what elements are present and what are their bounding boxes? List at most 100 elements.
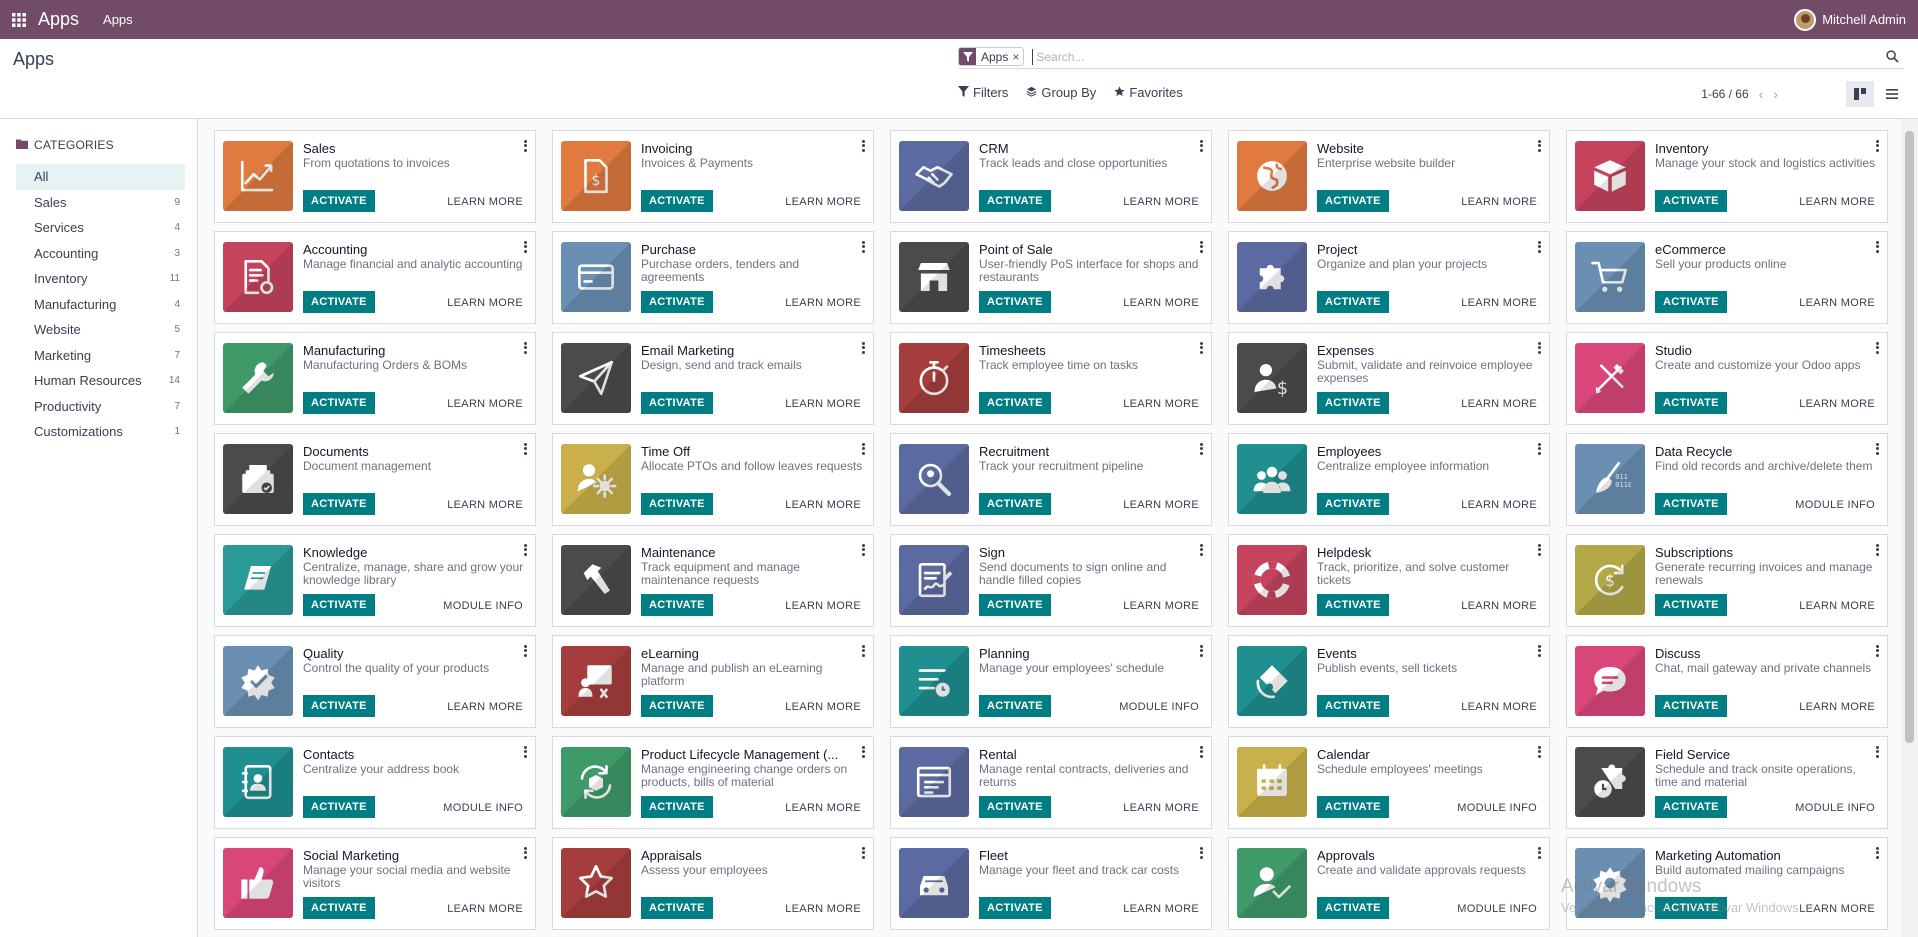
learn-more-link[interactable]: LEARN MORE: [1461, 297, 1537, 309]
learn-more-link[interactable]: LEARN MORE: [447, 903, 523, 915]
activate-button[interactable]: ACTIVATE: [303, 392, 375, 414]
kebab-menu-icon[interactable]: [1874, 139, 1880, 153]
kebab-menu-icon[interactable]: [522, 846, 528, 860]
search-input[interactable]: [1032, 48, 1882, 65]
kebab-menu-icon[interactable]: [1874, 442, 1880, 456]
person-check-icon[interactable]: [1237, 848, 1307, 918]
sidebar-item-customizations[interactable]: Customizations 1: [16, 419, 185, 445]
learn-more-link[interactable]: LEARN MORE: [785, 802, 861, 814]
activate-button[interactable]: ACTIVATE: [979, 897, 1051, 919]
module-info-link[interactable]: MODULE INFO: [443, 802, 523, 814]
sidebar-item-human-resources[interactable]: Human Resources 14: [16, 368, 185, 394]
learn-more-link[interactable]: LEARN MORE: [785, 398, 861, 410]
activate-button[interactable]: ACTIVATE: [979, 493, 1051, 515]
learn-more-link[interactable]: LEARN MORE: [1461, 196, 1537, 208]
activate-button[interactable]: ACTIVATE: [979, 291, 1051, 313]
kebab-menu-icon[interactable]: [1536, 846, 1542, 860]
app-menu-grid-icon[interactable]: [2, 0, 36, 39]
kebab-menu-icon[interactable]: [1874, 341, 1880, 355]
kebab-menu-icon[interactable]: [860, 341, 866, 355]
activate-button[interactable]: ACTIVATE: [303, 493, 375, 515]
activate-button[interactable]: ACTIVATE: [641, 493, 713, 515]
user-menu[interactable]: Mitchell Admin: [1794, 0, 1906, 39]
activate-button[interactable]: ACTIVATE: [1655, 695, 1727, 717]
kebab-menu-icon[interactable]: [1874, 644, 1880, 658]
app-brand[interactable]: Apps: [38, 9, 79, 30]
broom-icon[interactable]: 011 0110: [1575, 444, 1645, 514]
kebab-menu-icon[interactable]: [1198, 442, 1204, 456]
learn-more-link[interactable]: LEARN MORE: [1123, 398, 1199, 410]
rental-calendar-icon[interactable]: [899, 747, 969, 817]
pager-next-icon[interactable]: ›: [1773, 86, 1778, 102]
tools-icon[interactable]: [1575, 343, 1645, 413]
pager-value[interactable]: 1-66 / 66: [1701, 87, 1748, 101]
handshake-icon[interactable]: [899, 141, 969, 211]
learn-more-link[interactable]: LEARN MORE: [1123, 499, 1199, 511]
learn-more-link[interactable]: LEARN MORE: [1123, 802, 1199, 814]
learn-more-link[interactable]: LEARN MORE: [1799, 903, 1875, 915]
activate-button[interactable]: ACTIVATE: [303, 190, 375, 212]
activate-button[interactable]: ACTIVATE: [979, 190, 1051, 212]
kebab-menu-icon[interactable]: [860, 240, 866, 254]
learn-more-link[interactable]: LEARN MORE: [785, 600, 861, 612]
shop-icon[interactable]: [899, 242, 969, 312]
cycle-box-icon[interactable]: [561, 747, 631, 817]
learn-more-link[interactable]: LEARN MORE: [1799, 701, 1875, 713]
activate-button[interactable]: ACTIVATE: [1317, 493, 1389, 515]
kebab-menu-icon[interactable]: [1536, 341, 1542, 355]
sidebar-item-website[interactable]: Website 5: [16, 317, 185, 343]
recurring-dollar-icon[interactable]: $: [1575, 545, 1645, 615]
activate-button[interactable]: ACTIVATE: [1655, 291, 1727, 313]
activate-button[interactable]: ACTIVATE: [1655, 594, 1727, 616]
kebab-menu-icon[interactable]: [1198, 139, 1204, 153]
puzzle-icon[interactable]: [1237, 242, 1307, 312]
kebab-menu-icon[interactable]: [522, 543, 528, 557]
sidebar-item-inventory[interactable]: Inventory 11: [16, 266, 185, 292]
kebab-menu-icon[interactable]: [522, 341, 528, 355]
credit-card-icon[interactable]: [561, 242, 631, 312]
quality-gear-icon[interactable]: [223, 646, 293, 716]
learn-more-link[interactable]: LEARN MORE: [447, 196, 523, 208]
module-info-link[interactable]: MODULE INFO: [1119, 701, 1199, 713]
group-by-button[interactable]: Group By: [1026, 85, 1096, 100]
magnifier-icon[interactable]: [899, 444, 969, 514]
file-box-icon[interactable]: [223, 444, 293, 514]
activate-button[interactable]: ACTIVATE: [1655, 190, 1727, 212]
module-info-link[interactable]: MODULE INFO: [443, 600, 523, 612]
kebab-menu-icon[interactable]: [1198, 543, 1204, 557]
module-info-link[interactable]: MODULE INFO: [1795, 499, 1875, 511]
activate-button[interactable]: ACTIVATE: [1317, 291, 1389, 313]
learn-more-link[interactable]: LEARN MORE: [1799, 297, 1875, 309]
module-info-link[interactable]: MODULE INFO: [1457, 903, 1537, 915]
address-book-icon[interactable]: [223, 747, 293, 817]
sidebar-item-manufacturing[interactable]: Manufacturing 4: [16, 292, 185, 318]
kebab-menu-icon[interactable]: [522, 644, 528, 658]
learn-more-link[interactable]: LEARN MORE: [1461, 600, 1537, 612]
kebab-menu-icon[interactable]: [1536, 240, 1542, 254]
learn-more-link[interactable]: LEARN MORE: [1799, 398, 1875, 410]
automation-gear-icon[interactable]: [1575, 848, 1645, 918]
activate-button[interactable]: ACTIVATE: [1655, 493, 1727, 515]
globe-icon[interactable]: [1237, 141, 1307, 211]
learn-more-link[interactable]: LEARN MORE: [785, 196, 861, 208]
kebab-menu-icon[interactable]: [1536, 543, 1542, 557]
activate-button[interactable]: ACTIVATE: [1317, 392, 1389, 414]
presentation-icon[interactable]: [561, 646, 631, 716]
activate-button[interactable]: ACTIVATE: [641, 796, 713, 818]
activate-button[interactable]: ACTIVATE: [303, 291, 375, 313]
learn-more-link[interactable]: LEARN MORE: [1461, 701, 1537, 713]
activate-button[interactable]: ACTIVATE: [641, 695, 713, 717]
kebab-menu-icon[interactable]: [522, 240, 528, 254]
kebab-menu-icon[interactable]: [1198, 644, 1204, 658]
activate-button[interactable]: ACTIVATE: [979, 796, 1051, 818]
filters-button[interactable]: Filters: [958, 85, 1008, 100]
kebab-menu-icon[interactable]: [1874, 240, 1880, 254]
activate-button[interactable]: ACTIVATE: [641, 897, 713, 919]
ticket-icon[interactable]: [1237, 646, 1307, 716]
kebab-menu-icon[interactable]: [1536, 745, 1542, 759]
activate-button[interactable]: ACTIVATE: [641, 291, 713, 313]
car-icon[interactable]: [899, 848, 969, 918]
chart-trend-icon[interactable]: [223, 141, 293, 211]
module-info-link[interactable]: MODULE INFO: [1457, 802, 1537, 814]
thumbs-up-icon[interactable]: [223, 848, 293, 918]
